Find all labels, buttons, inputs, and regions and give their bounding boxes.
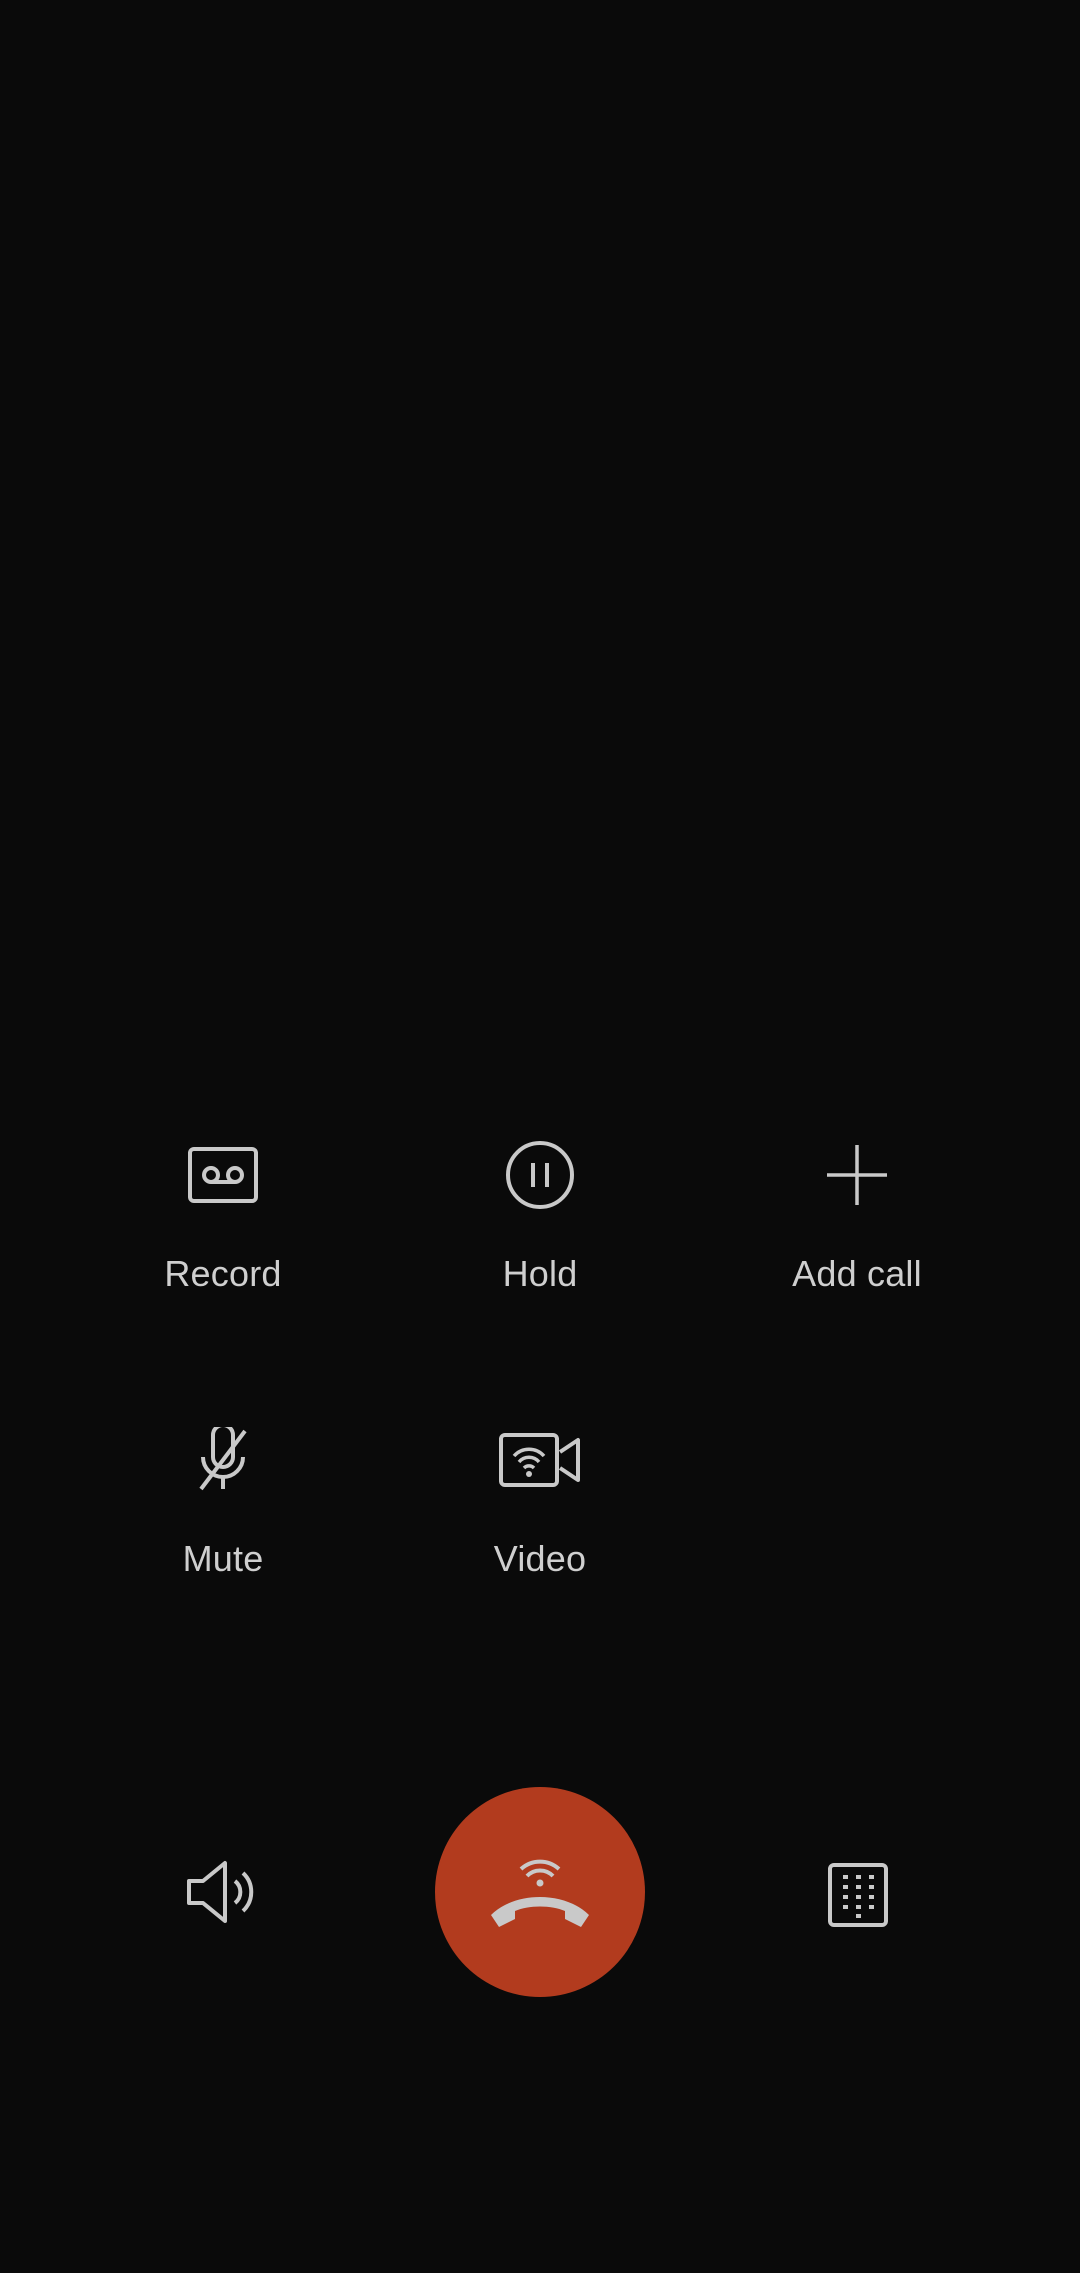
dialpad-icon <box>828 1863 888 1927</box>
record-button[interactable]: Record <box>73 1130 373 1350</box>
hold-button[interactable]: Hold <box>390 1130 690 1350</box>
add-call-button[interactable]: Add call <box>707 1130 1007 1350</box>
record-label: Record <box>164 1253 282 1294</box>
end-call-button[interactable] <box>435 1787 645 1997</box>
in-call-screen: Record Hold Add call Mute Video <box>0 0 1080 2273</box>
record-icon <box>178 1130 268 1220</box>
wifi-video-camera-icon <box>495 1415 585 1505</box>
video-button[interactable]: Video <box>390 1415 690 1635</box>
add-call-label: Add call <box>792 1253 922 1294</box>
plus-icon <box>812 1130 902 1220</box>
dialpad-button[interactable] <box>808 1850 908 1940</box>
wifi-hang-up-icon <box>491 1859 589 1927</box>
speaker-icon <box>187 1861 254 1923</box>
mute-label: Mute <box>182 1538 264 1579</box>
microphone-off-icon <box>178 1415 268 1505</box>
hold-label: Hold <box>502 1253 578 1294</box>
video-label: Video <box>493 1538 587 1579</box>
pause-circle-icon <box>495 1130 585 1220</box>
speaker-button[interactable] <box>172 1847 272 1937</box>
mute-button[interactable]: Mute <box>73 1415 373 1635</box>
